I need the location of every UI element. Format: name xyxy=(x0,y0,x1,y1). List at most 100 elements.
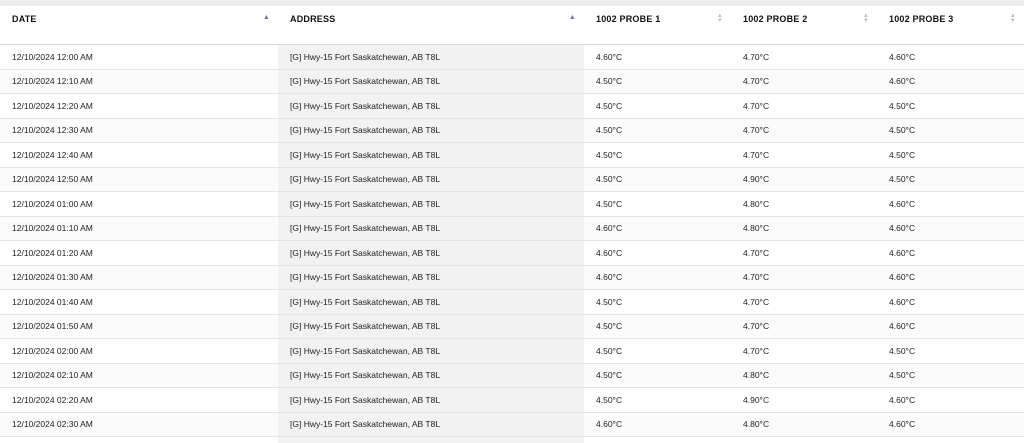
sort-neutral-icon[interactable]: ▲▼ xyxy=(863,14,869,24)
cell-probe-1: 4.50°C xyxy=(584,363,731,388)
column-header-address[interactable]: ADDRESS ▲ xyxy=(278,6,584,45)
table-row[interactable]: 12/10/2024 12:40 AM[G] Hwy-15 Fort Saska… xyxy=(0,143,1024,168)
cell-probe-1: 4.50°C xyxy=(584,339,731,364)
cell-probe-1: 4.60°C xyxy=(584,216,731,241)
cell-address: [G] Hwy-15 Fort Saskatchewan, AB T8L xyxy=(278,241,584,266)
sort-ascending-icon[interactable]: ▲ xyxy=(263,14,270,21)
cell-probe-2: 4.90°C xyxy=(731,388,877,413)
table-row[interactable]: 12/10/2024 12:30 AM[G] Hwy-15 Fort Saska… xyxy=(0,118,1024,143)
cell-probe-3: 4.50°C xyxy=(877,167,1024,192)
cell-address: [G] Hwy-15 Fort Saskatchewan, AB T8L xyxy=(278,69,584,94)
cell-date: 12/10/2024 12:30 AM xyxy=(0,118,278,143)
cell-probe-1: 4.50°C xyxy=(584,94,731,119)
cell-date: 12/10/2024 02:00 AM xyxy=(0,339,278,364)
table-row[interactable]: 12/10/2024 12:10 AM[G] Hwy-15 Fort Saska… xyxy=(0,69,1024,94)
cell-address: [G] Hwy-15 Fort Saskatchewan, AB T8L xyxy=(278,388,584,413)
cell-probe-2: 4.80°C xyxy=(731,216,877,241)
table-row[interactable]: 12/10/2024 02:30 AM[G] Hwy-15 Fort Saska… xyxy=(0,412,1024,437)
table-row[interactable]: 12/10/2024 01:50 AM[G] Hwy-15 Fort Saska… xyxy=(0,314,1024,339)
cell-probe-3: 4.60°C xyxy=(877,45,1024,70)
cell-date: 12/10/2024 12:40 AM xyxy=(0,143,278,168)
cell-address: [G] Hwy-15 Fort Saskatchewan, AB T8L xyxy=(278,143,584,168)
column-header-probe-3[interactable]: 1002 PROBE 3 ▲▼ xyxy=(877,6,1024,45)
cell-probe-2: 4.70°C xyxy=(731,290,877,315)
cell-probe-3: 4.50°C xyxy=(877,363,1024,388)
cell-date: 12/10/2024 12:00 AM xyxy=(0,45,278,70)
cell-address: [G] Hwy-15 Fort Saskatchewan, AB T8L xyxy=(278,265,584,290)
cell-date: 12/10/2024 01:50 AM xyxy=(0,314,278,339)
cell-address: [G] Hwy-15 Fort Saskatchewan, AB T8L xyxy=(278,339,584,364)
cell-date: 12/10/2024 01:30 AM xyxy=(0,265,278,290)
cell-probe-2: 4.80°C xyxy=(731,192,877,217)
cell-date: 12/10/2024 02:20 AM xyxy=(0,388,278,413)
cell-date: 12/10/2024 01:10 AM xyxy=(0,216,278,241)
table-row[interactable]: 12/10/2024 01:30 AM[G] Hwy-15 Fort Saska… xyxy=(0,265,1024,290)
cell-date: 12/10/2024 12:10 AM xyxy=(0,69,278,94)
cell-date: 12/10/2024 12:20 AM xyxy=(0,94,278,119)
cell-address: [G] Hwy-15 Fort Saskatchewan, AB T8L xyxy=(278,167,584,192)
column-header-label: 1002 PROBE 3 xyxy=(889,6,953,24)
table-row[interactable]: 12/10/2024 02:20 AM[G] Hwy-15 Fort Saska… xyxy=(0,388,1024,413)
column-header-label: ADDRESS xyxy=(290,6,335,24)
cell-probe-1: 4.50°C xyxy=(584,118,731,143)
cell-address: [G] Hwy-15 Fort Saskatchewan, AB T8L xyxy=(278,118,584,143)
cell-probe-2: 4.90°C xyxy=(731,167,877,192)
table-row[interactable]: 12/10/2024 01:40 AM[G] Hwy-15 Fort Saska… xyxy=(0,290,1024,315)
cell-probe-3: 4.60°C xyxy=(877,241,1024,266)
cell-probe-2: 4.70°C xyxy=(731,94,877,119)
cell-address: [G] Hwy-15 Fort Saskatchewan, AB T8L xyxy=(278,45,584,70)
cell-probe-2: 4.70°C xyxy=(731,314,877,339)
cell-probe-1: 4.60°C xyxy=(584,265,731,290)
table-row[interactable]: 12/10/2024 01:20 AM[G] Hwy-15 Fort Saska… xyxy=(0,241,1024,266)
table-row[interactable]: 12/10/2024 01:10 AM[G] Hwy-15 Fort Saska… xyxy=(0,216,1024,241)
cell-probe-3: 4.60°C xyxy=(877,265,1024,290)
sort-neutral-icon[interactable]: ▲▼ xyxy=(717,14,723,24)
table-row[interactable]: 12/10/2024 12:00 AM[G] Hwy-15 Fort Saska… xyxy=(0,45,1024,70)
cell-probe-1: 4.50°C xyxy=(584,388,731,413)
cell-probe-2: 4.80°C xyxy=(731,412,877,437)
cell-address: [G] Hwy-15 Fort Saskatchewan, AB T8L xyxy=(278,412,584,437)
sort-ascending-icon[interactable]: ▲ xyxy=(569,14,576,21)
cell-probe-1: 4.50°C xyxy=(584,69,731,94)
cell-date: 12/10/2024 02:10 AM xyxy=(0,363,278,388)
column-header-date[interactable]: DATE ▲ xyxy=(0,6,278,45)
cell-probe-2: 4.70°C xyxy=(731,265,877,290)
cell-probe-2: 4.70°C xyxy=(731,69,877,94)
cell-probe-3: 4.60°C xyxy=(877,290,1024,315)
cell-probe-3: 4.50°C xyxy=(877,118,1024,143)
cell-date: 12/10/2024 01:20 AM xyxy=(0,241,278,266)
cell-probe-2: 4.70°C xyxy=(731,339,877,364)
table-row[interactable]: 12/10/2024 12:50 AM[G] Hwy-15 Fort Saska… xyxy=(0,167,1024,192)
cell-probe-1: 4.60°C xyxy=(584,45,731,70)
header-row: DATE ▲ ADDRESS ▲ 1002 PROBE 1 ▲▼ 1002 PR… xyxy=(0,6,1024,45)
cell-probe-3: 4.60°C xyxy=(877,69,1024,94)
table-row[interactable]: 12/10/2024 02:10 AM[G] Hwy-15 Fort Saska… xyxy=(0,363,1024,388)
cell-probe-1: 4.50°C xyxy=(584,290,731,315)
cell-probe-2: 4.70°C xyxy=(731,45,877,70)
column-header-label: DATE xyxy=(12,6,37,24)
table-row[interactable]: 12/10/2024 01:00 AM[G] Hwy-15 Fort Saska… xyxy=(0,192,1024,217)
cell-address: [G] Hwy-15 Fort Saskatchewan, AB T8L xyxy=(278,94,584,119)
cell-probe-2: 4.80°C xyxy=(731,363,877,388)
table-row[interactable]: 12/10/2024 02:00 AM[G] Hwy-15 Fort Saska… xyxy=(0,339,1024,364)
cell-probe-3: 4.60°C xyxy=(877,412,1024,437)
cell-probe-3: 4.60°C xyxy=(877,192,1024,217)
temperature-readings-table: DATE ▲ ADDRESS ▲ 1002 PROBE 1 ▲▼ 1002 PR… xyxy=(0,6,1024,443)
cell-probe-1: 4.60°C xyxy=(584,241,731,266)
cell-address: [G] Hwy-15 Fort Saskatchewan, AB T8L xyxy=(278,192,584,217)
cell-probe-3: 4.50°C xyxy=(877,143,1024,168)
cell-probe-2: 4.70°C xyxy=(731,143,877,168)
cell-probe-1: 4.60°C xyxy=(584,412,731,437)
cell-address: [G] Hwy-15 Fort Saskatchewan, AB T8L xyxy=(278,290,584,315)
cell-address: [G] Hwy-15 Fort Saskatchewan, AB T8L xyxy=(278,363,584,388)
column-header-probe-2[interactable]: 1002 PROBE 2 ▲▼ xyxy=(731,6,877,45)
cell-probe-1: 4.50°C xyxy=(584,167,731,192)
cell-date: 12/10/2024 01:40 AM xyxy=(0,290,278,315)
column-header-probe-1[interactable]: 1002 PROBE 1 ▲▼ xyxy=(584,6,731,45)
table-row[interactable]: 12/10/2024 12:20 AM[G] Hwy-15 Fort Saska… xyxy=(0,94,1024,119)
cell-date: 12/10/2024 12:50 AM xyxy=(0,167,278,192)
cell-probe-3: 4.50°C xyxy=(877,339,1024,364)
sort-neutral-icon[interactable]: ▲▼ xyxy=(1010,14,1016,24)
cell-address: [G] Hwy-15 Fort Saskatchewan, AB T8L xyxy=(278,314,584,339)
cell-probe-3: 4.60°C xyxy=(877,314,1024,339)
